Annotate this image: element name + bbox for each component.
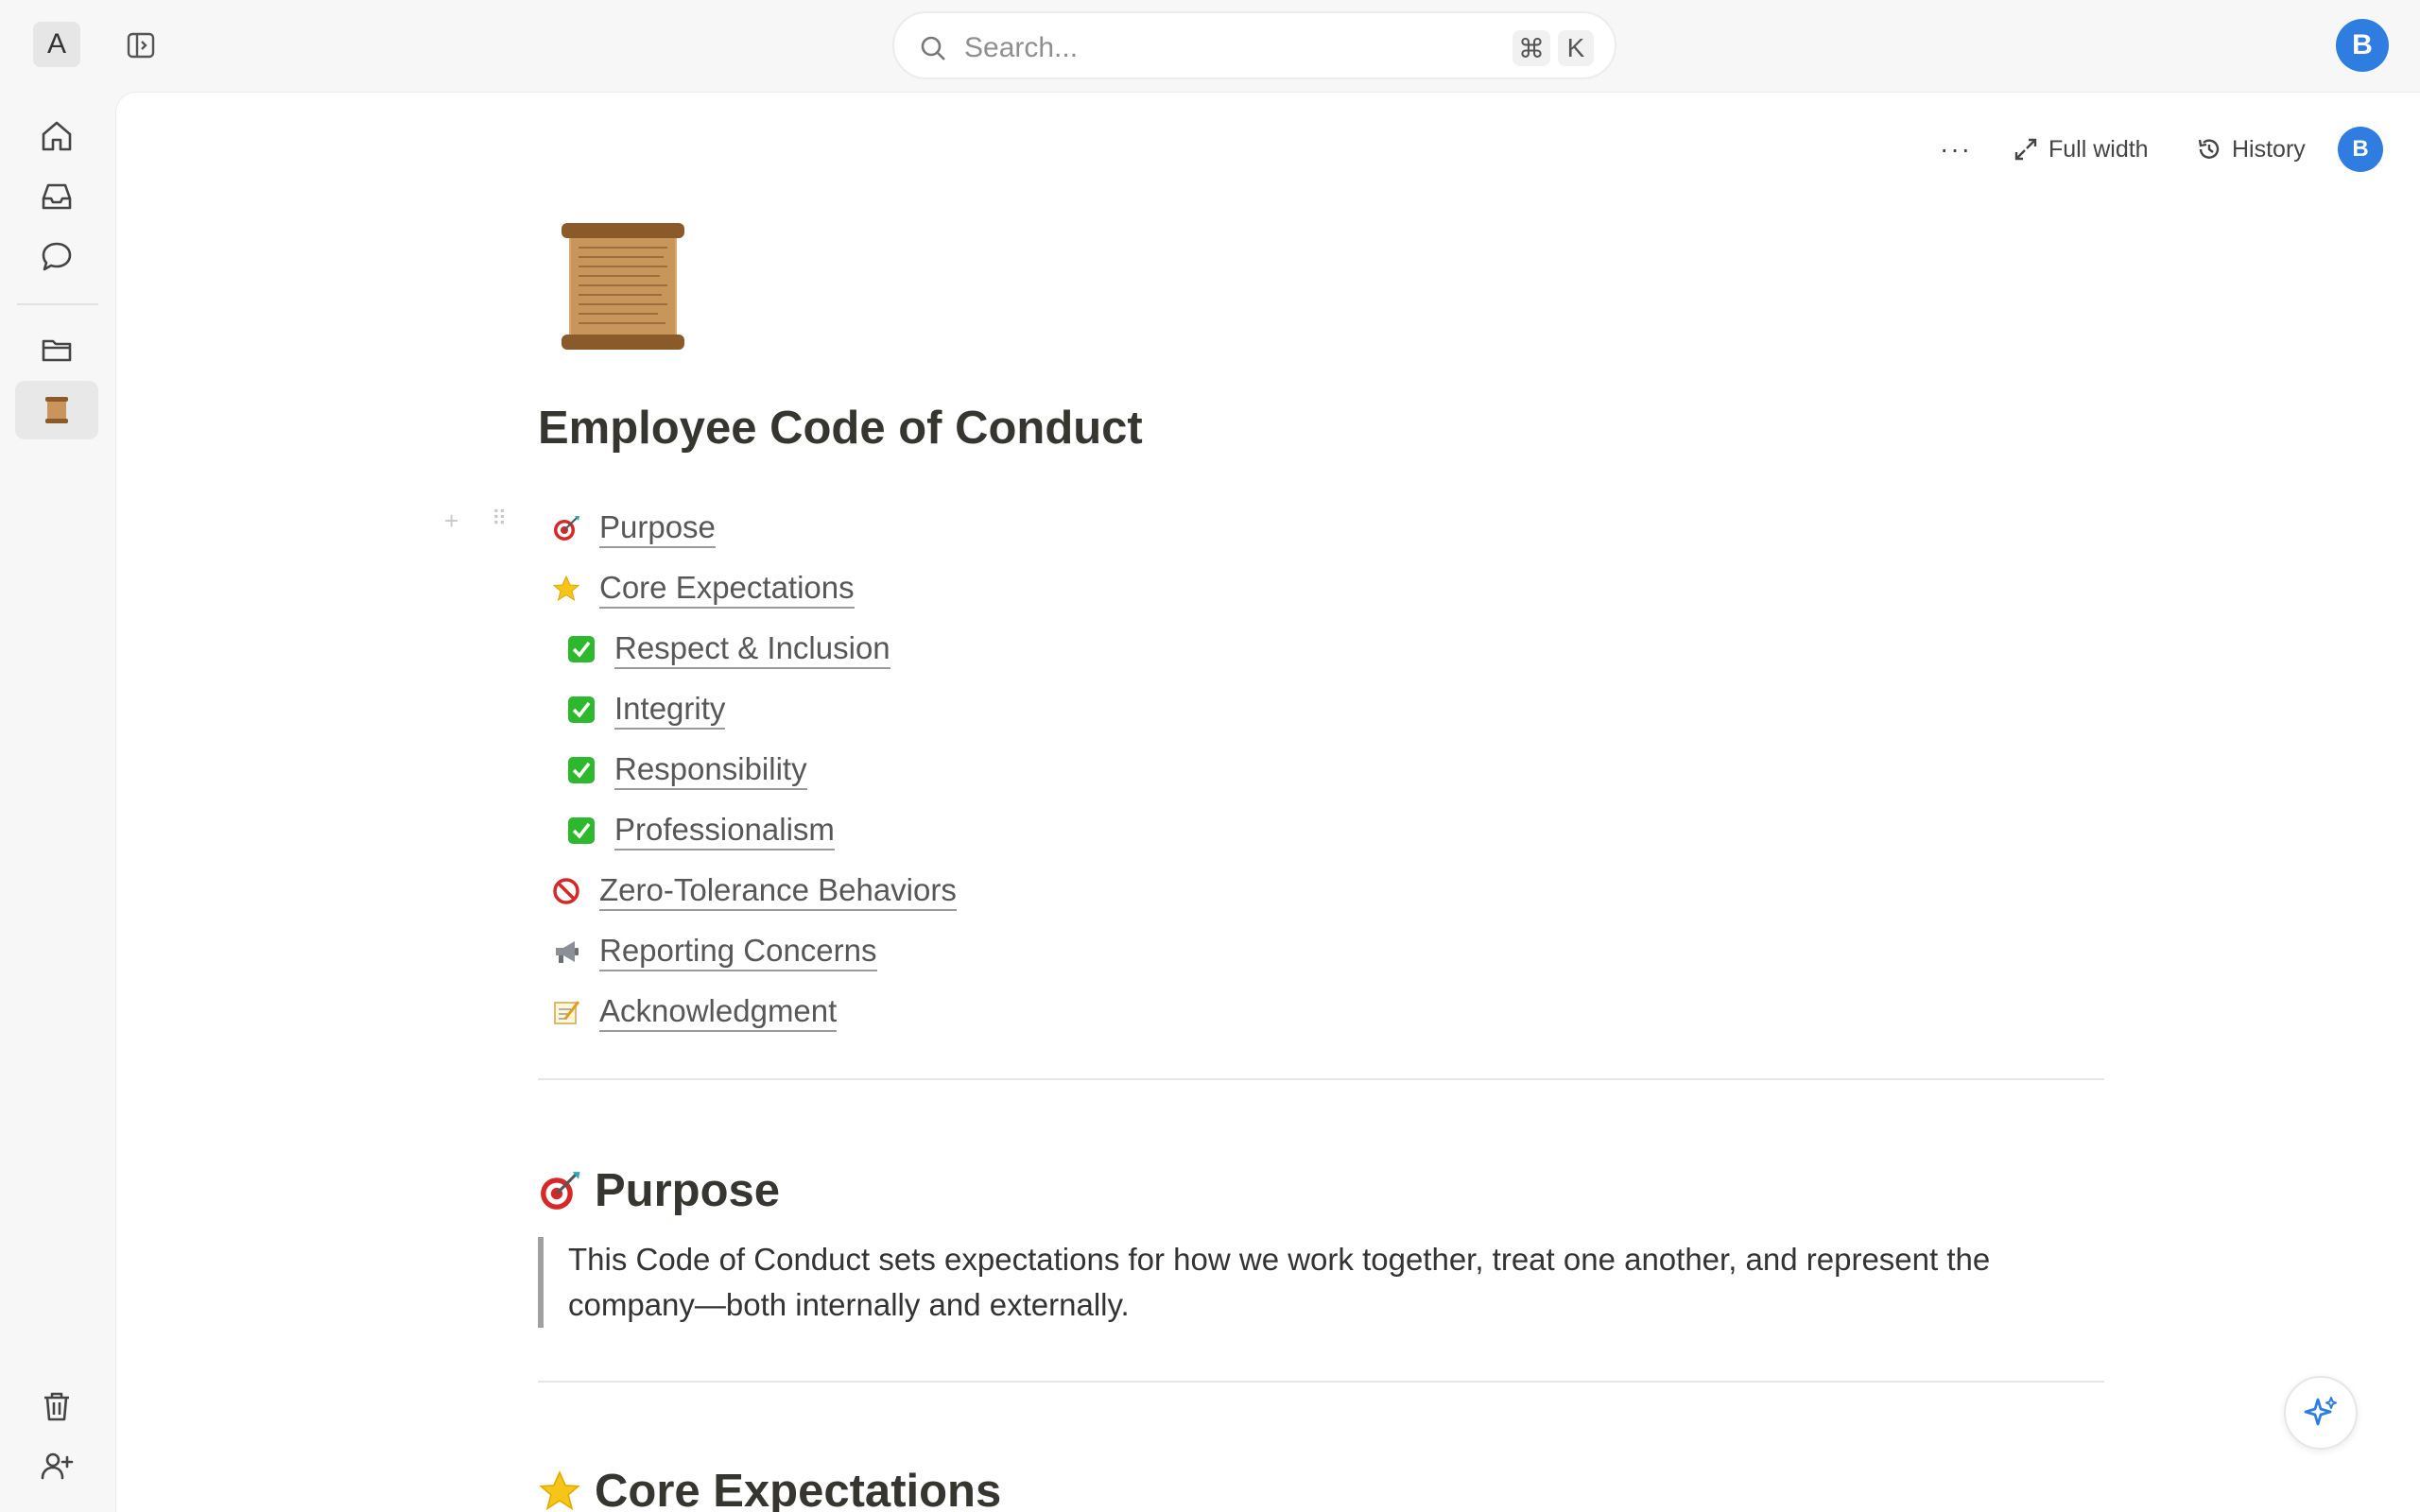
- memo-icon: [554, 1001, 580, 1024]
- toc-label: Professionalism: [614, 812, 835, 850]
- heading-text: Core Expectations: [595, 1466, 1002, 1512]
- history-button[interactable]: History: [2196, 130, 2306, 168]
- more-options-button[interactable]: ···: [1940, 130, 1972, 168]
- toc-item-integrity[interactable]: Integrity: [567, 689, 726, 730]
- toc-label: Zero-Tolerance Behaviors: [599, 872, 957, 911]
- toc-label: Integrity: [614, 691, 726, 730]
- toc-item-core-expectations[interactable]: Core Expectations: [552, 568, 855, 610]
- workspace-badge[interactable]: A: [33, 22, 80, 67]
- section-divider: [538, 1078, 2104, 1080]
- full-width-button[interactable]: Full width: [2013, 130, 2149, 168]
- star-icon: [539, 1470, 580, 1511]
- doc-user-initial: B: [2352, 136, 2369, 162]
- user-initial: B: [2352, 29, 2373, 60]
- toc-label: Acknowledgment: [599, 993, 838, 1032]
- search-bar[interactable]: Search... ⌘ K: [892, 11, 1616, 79]
- sparkle-icon: [2304, 1397, 2337, 1426]
- search-placeholder: Search...: [964, 32, 1079, 63]
- chat-icon[interactable]: [40, 240, 74, 274]
- full-width-label: Full width: [2048, 135, 2149, 163]
- inbox-icon[interactable]: [40, 180, 74, 214]
- home-icon[interactable]: [40, 119, 74, 153]
- toc-label: Responsibility: [614, 751, 807, 790]
- page-title[interactable]: Employee Code of Conduct: [538, 402, 1143, 455]
- toc-label: Reporting Concerns: [599, 933, 877, 971]
- prohibited-icon: [553, 878, 579, 904]
- toc-item-zero-tolerance[interactable]: Zero-Tolerance Behaviors: [552, 870, 957, 912]
- shortcut-cmd-key: ⌘: [1512, 30, 1550, 66]
- toc-label: Respect & Inclusion: [614, 630, 890, 669]
- target-icon: [554, 516, 579, 541]
- toc-label: Purpose: [599, 509, 716, 548]
- drag-handle-icon[interactable]: ⠿: [492, 507, 507, 531]
- more-options-label: ···: [1940, 134, 1972, 163]
- toc-item-professionalism[interactable]: Professionalism: [567, 810, 835, 851]
- trash-icon[interactable]: [40, 1389, 74, 1423]
- workspace-initial: A: [46, 28, 66, 60]
- document-scroll-icon[interactable]: [556, 219, 690, 353]
- sidebar-toggle-icon[interactable]: [127, 31, 155, 60]
- history-label: History: [2232, 135, 2306, 163]
- toc-item-purpose[interactable]: Purpose: [552, 507, 716, 549]
- user-avatar[interactable]: B: [2336, 19, 2389, 72]
- toc-item-respect-inclusion[interactable]: Respect & Inclusion: [567, 628, 890, 670]
- heading-core-expectations[interactable]: Core Expectations: [538, 1465, 1001, 1512]
- add-member-icon[interactable]: [40, 1449, 74, 1483]
- rail-divider: [17, 303, 98, 305]
- ai-assistant-button[interactable]: [2284, 1376, 2358, 1450]
- purpose-quote[interactable]: This Code of Conduct sets expectations f…: [538, 1237, 2050, 1328]
- section-divider: [538, 1381, 2104, 1383]
- doc-user-avatar[interactable]: B: [2338, 127, 2383, 172]
- check-icon: [568, 757, 595, 783]
- shortcut-k-key: K: [1558, 30, 1594, 66]
- star-icon: [552, 575, 580, 602]
- target-icon: [541, 1172, 580, 1210]
- check-icon: [568, 696, 595, 723]
- toc-label: Core Expectations: [599, 570, 855, 609]
- check-icon: [568, 817, 595, 844]
- expand-icon: [2014, 138, 2037, 161]
- add-block-icon[interactable]: +: [444, 507, 458, 536]
- search-icon: [921, 36, 945, 60]
- toc-item-responsibility[interactable]: Responsibility: [567, 749, 807, 791]
- heading-text: Purpose: [595, 1165, 781, 1216]
- toc-item-acknowledgment[interactable]: Acknowledgment: [552, 991, 838, 1033]
- scroll-page-icon[interactable]: [40, 393, 74, 427]
- heading-purpose[interactable]: Purpose: [538, 1164, 780, 1217]
- check-icon: [568, 636, 595, 662]
- megaphone-icon: [556, 941, 579, 963]
- toc-item-reporting-concerns[interactable]: Reporting Concerns: [552, 931, 877, 972]
- folder-icon[interactable]: [40, 333, 74, 367]
- history-icon: [2198, 139, 2220, 159]
